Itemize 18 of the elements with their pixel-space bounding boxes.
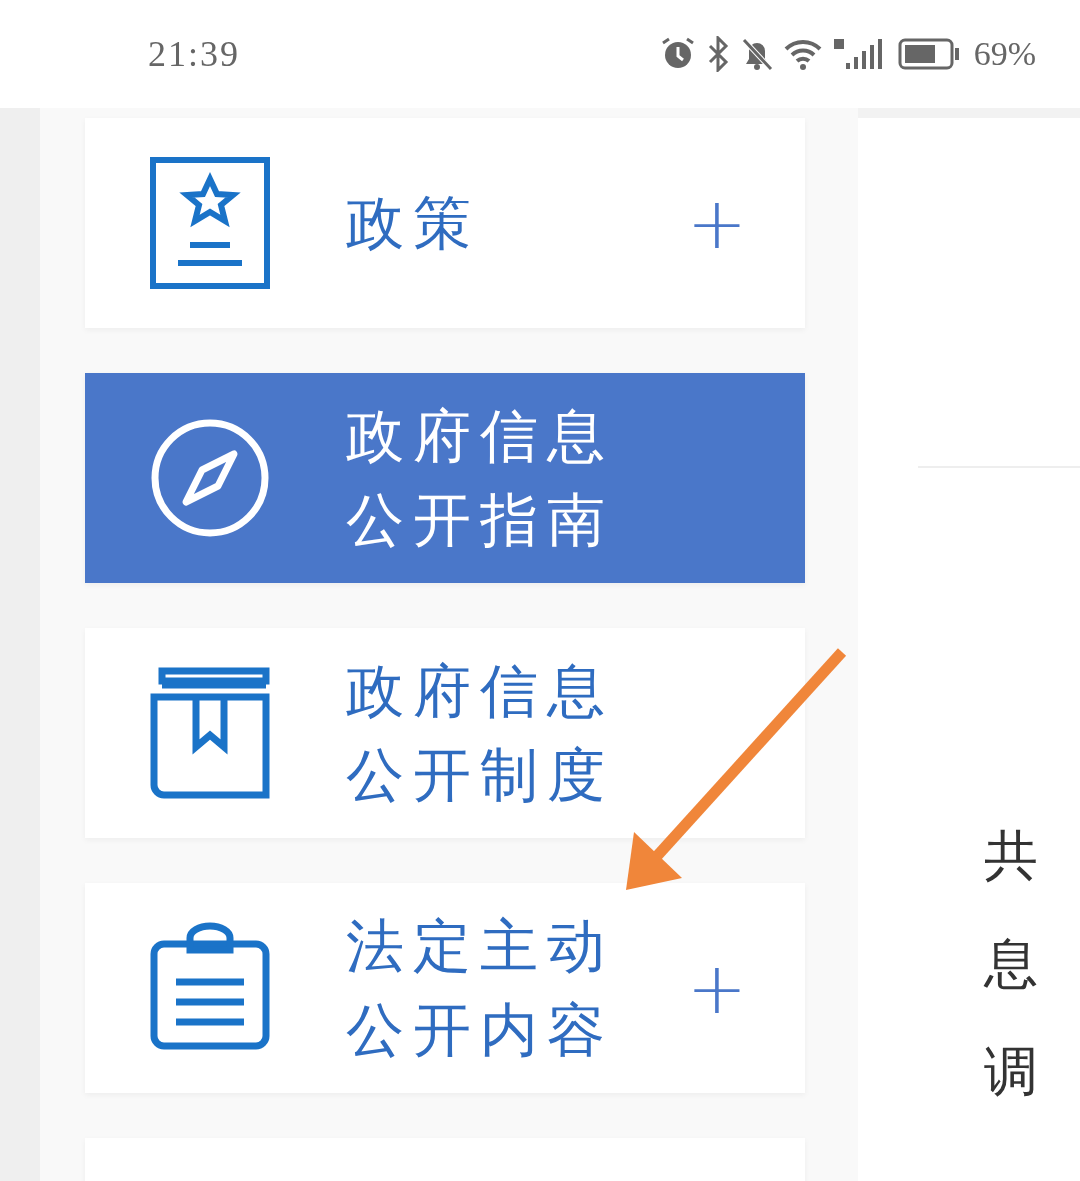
status-time: 21:39: [148, 33, 240, 75]
document-text: 调: [984, 1044, 1039, 1100]
menu-label: 政策: [346, 188, 481, 259]
menu-item[interactable]: 政府信息公开制度: [85, 628, 805, 838]
menu-label: 法定主动公开内容: [346, 911, 615, 1066]
battery-percent: 69%: [973, 35, 1036, 73]
bookmark-book-icon: [150, 667, 270, 799]
battery-icon: [897, 38, 960, 70]
menu-item[interactable]: 法定主动公开内容 +: [85, 883, 805, 1093]
document-text: 息: [984, 936, 1039, 992]
expand-symbol[interactable]: +: [686, 952, 747, 1024]
menu-item[interactable]: 政策 +: [85, 118, 805, 328]
menu-label: 政府信息公开指南: [346, 401, 615, 556]
wifi-icon: [783, 37, 824, 71]
menu-label: 政府信息公开制度: [346, 656, 615, 811]
expand-symbol[interactable]: +: [686, 187, 747, 259]
menu-item[interactable]: 政府信息公开指南: [85, 373, 805, 583]
document-text: 共: [984, 828, 1039, 884]
